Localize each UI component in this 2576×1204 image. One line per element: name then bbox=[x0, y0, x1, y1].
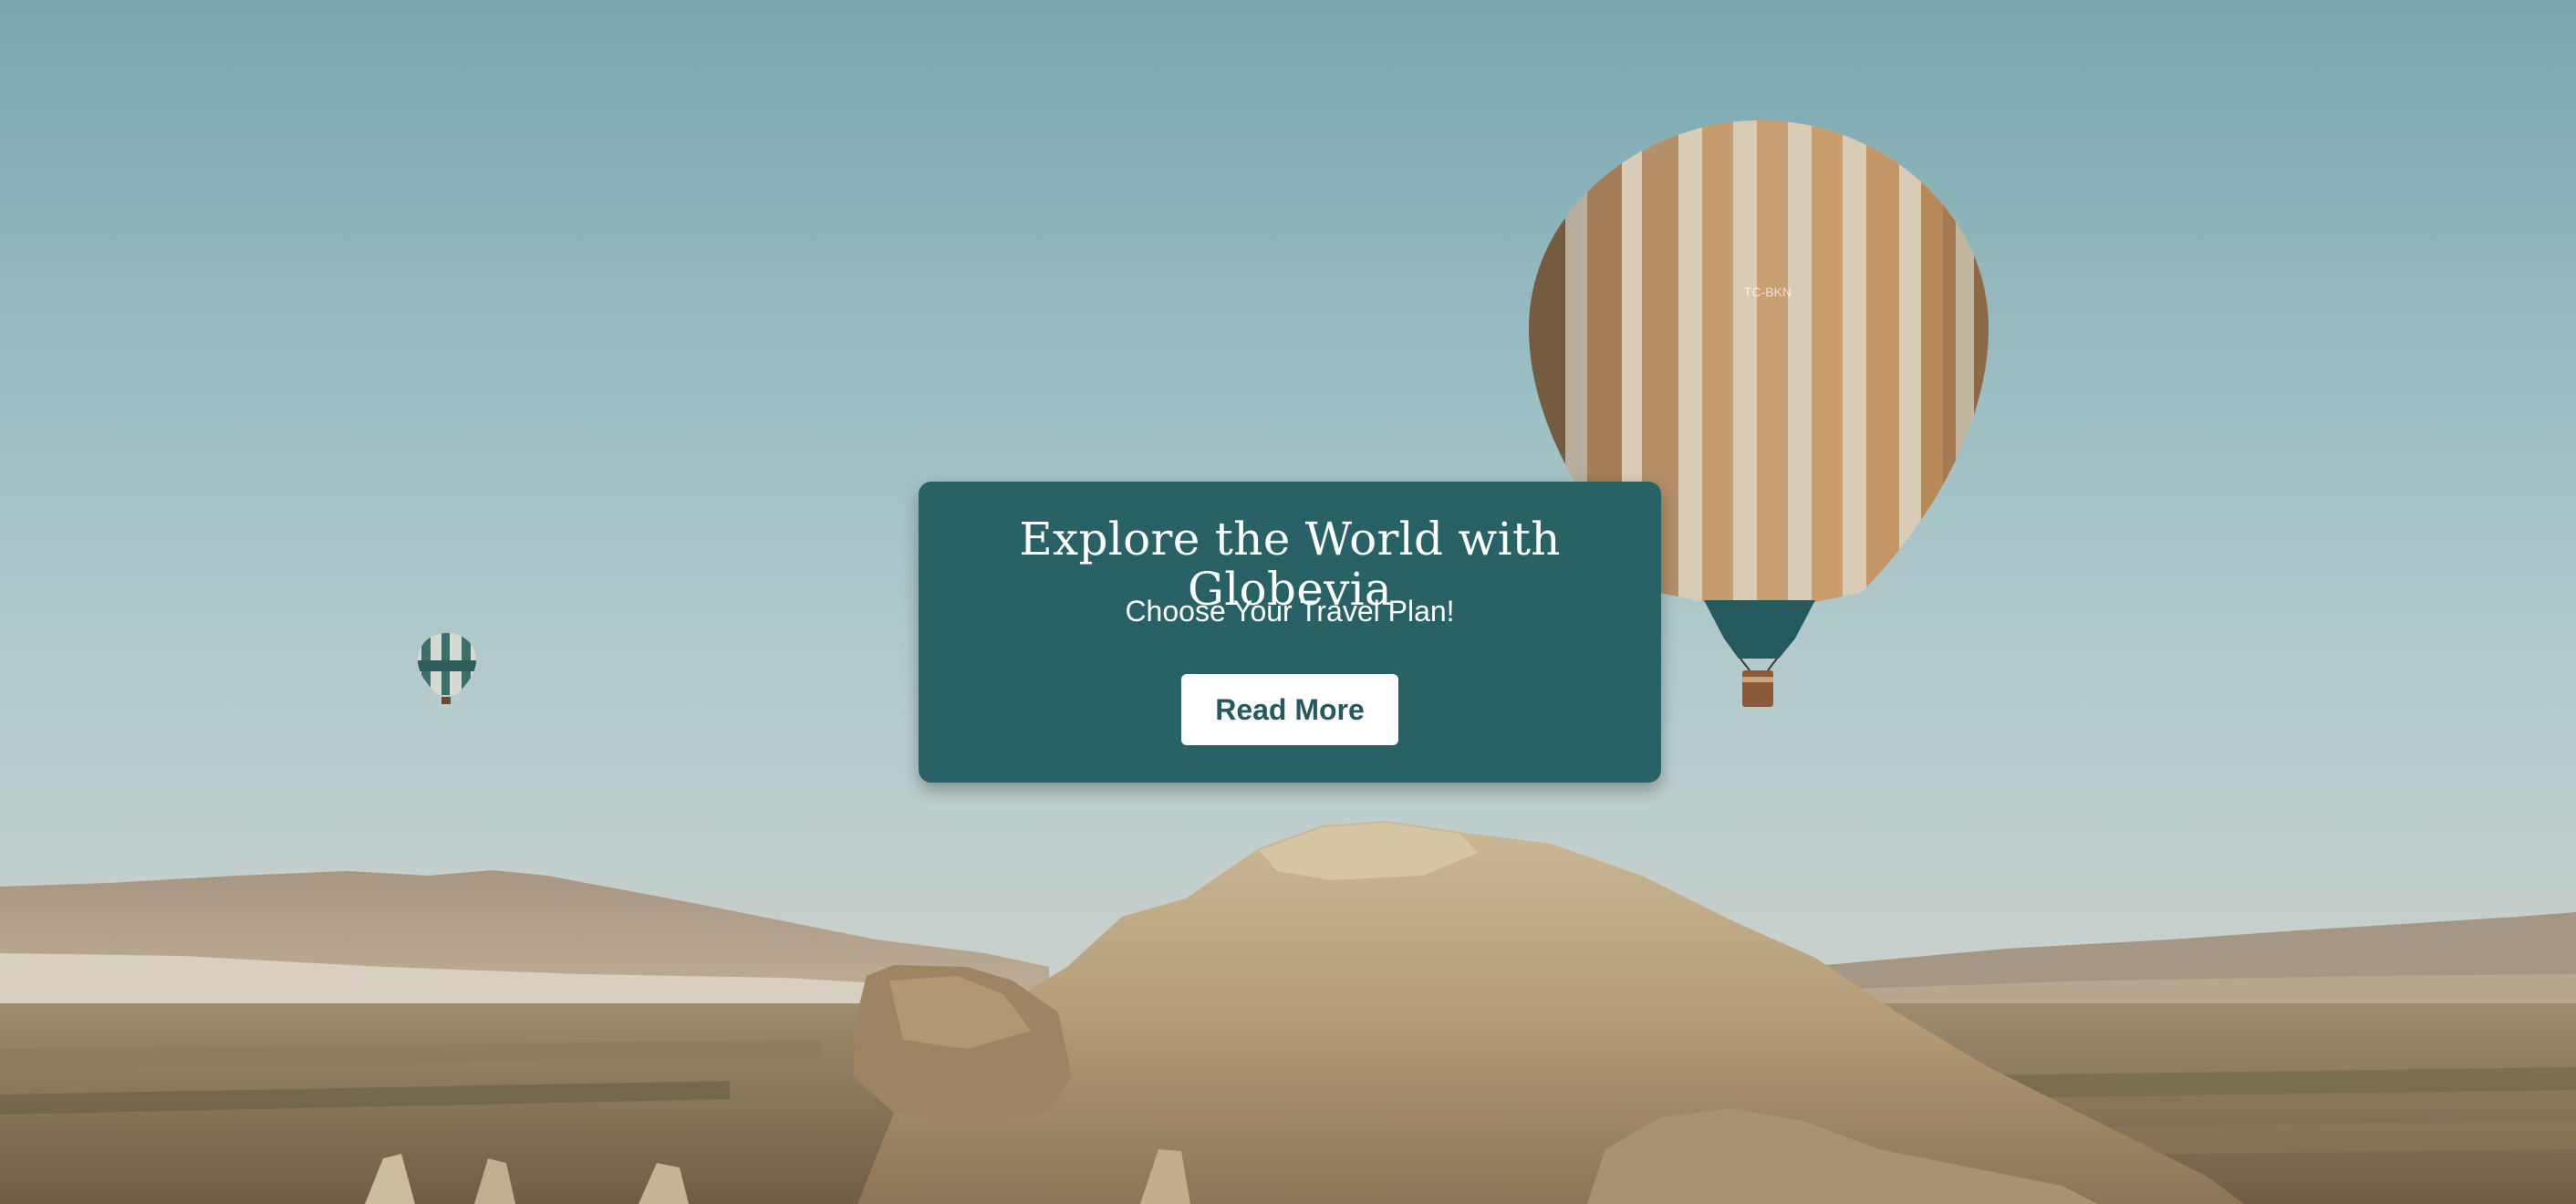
balloon-registration-text: TC-BKN bbox=[1744, 285, 1792, 299]
hero-subtitle: Choose Your Travel Plan! bbox=[1125, 595, 1455, 628]
hero-section: TC-BKN Explore the World with Globevia C… bbox=[0, 0, 2576, 1204]
hero-card: Explore the World with Globevia Choose Y… bbox=[919, 482, 1661, 783]
read-more-button[interactable]: Read More bbox=[1181, 674, 1398, 745]
